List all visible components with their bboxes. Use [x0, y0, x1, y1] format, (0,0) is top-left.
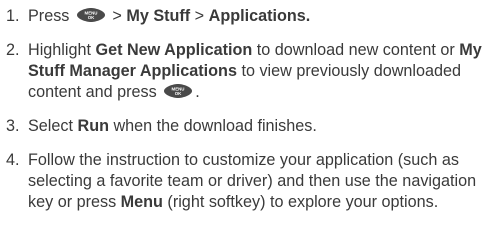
text-fragment: Press [28, 7, 74, 25]
step-number: 1. [6, 7, 20, 25]
text-fragment: . [195, 83, 200, 101]
text-fragment: > [190, 7, 209, 25]
option-name: Run [77, 117, 109, 135]
option-name: Menu [120, 193, 163, 211]
option-name: Get New Application [95, 41, 253, 59]
step-1: 1. Press MENU OK > My Stuff > Application… [0, 6, 314, 27]
text-fragment: when the download finishes. [108, 117, 317, 135]
menu-ok-key-icon: MENU OK [76, 7, 106, 23]
text-fragment: > [107, 7, 127, 25]
text-fragment: Highlight [28, 41, 96, 59]
menu-path-item: Applications. [208, 7, 311, 25]
step-text: Select Run when the download finishes. [28, 116, 321, 137]
svg-text:OK: OK [175, 91, 182, 96]
step-text: Follow the instruction to customize your… [28, 150, 487, 213]
step-3: 3. Select Run when the download finishes… [0, 116, 321, 137]
step-number: 2. [6, 41, 20, 59]
menu-path-item: My Stuff [126, 7, 191, 25]
text-fragment: to download new content or [252, 41, 460, 59]
svg-text:OK: OK [88, 15, 95, 20]
text-fragment: Select [28, 117, 78, 135]
step-4: 4. Follow the instruction to customize y… [0, 150, 487, 213]
text-fragment: (right softkey) to explore your options. [162, 193, 439, 211]
step-text: Highlight Get New Application to downloa… [28, 40, 487, 103]
step-number: 3. [6, 117, 20, 135]
step-text: Press MENU OK > My Stuff > Applications. [28, 6, 314, 27]
menu-ok-key-icon: MENU OK [163, 83, 193, 99]
step-2: 2. Highlight Get New Application to down… [0, 40, 487, 103]
step-number: 4. [6, 151, 20, 169]
